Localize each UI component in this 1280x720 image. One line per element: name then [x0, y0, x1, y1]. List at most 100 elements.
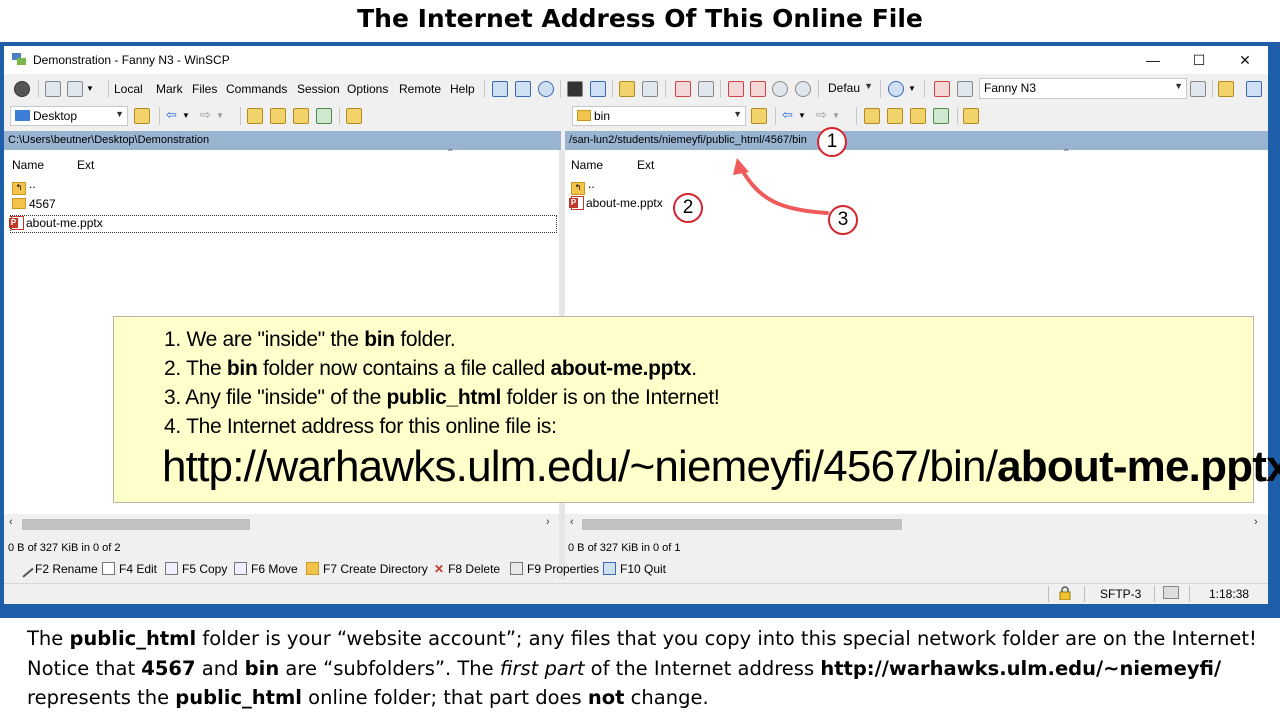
list-item[interactable]: about-me.pptx	[569, 196, 663, 214]
unselect-files-icon[interactable]	[698, 81, 714, 97]
compare-icon[interactable]	[515, 81, 531, 97]
status-divider	[1048, 586, 1049, 602]
text-run: .	[691, 357, 697, 380]
maximize-button[interactable]: ☐	[1176, 46, 1222, 74]
remote-refresh-icon[interactable]	[933, 108, 949, 124]
menu-session[interactable]: Session	[297, 82, 340, 96]
remote-status: 0 B of 327 KiB in 0 of 1	[568, 542, 681, 554]
remote-back-arrow-icon[interactable]: ⇦	[782, 107, 793, 123]
find-files-icon[interactable]	[642, 81, 658, 97]
reload-icon[interactable]	[795, 81, 811, 97]
local-forward-chevron-icon[interactable]: ▼	[216, 111, 224, 120]
callout-item-2: 2. The bin folder now contains a file ca…	[164, 354, 719, 383]
create-directory-button[interactable]: F7 Create Directory	[306, 562, 428, 576]
remote-forward-arrow-icon[interactable]: ⇨	[816, 107, 827, 123]
menu-remote[interactable]: Remote	[399, 82, 441, 96]
toolbar-separator	[775, 107, 776, 125]
new-session-icon[interactable]	[934, 81, 950, 97]
list-item-focused[interactable]: about-me.pptx	[9, 215, 557, 233]
remote-path-bar[interactable]: /san-lun2/students/niemeyfi/public_html/…	[565, 131, 1268, 150]
remote-location-select[interactable]: bin ▼	[572, 106, 746, 126]
delete-button[interactable]: ✕ F8 Delete	[434, 562, 500, 576]
filter-icon[interactable]	[728, 81, 744, 97]
text-run: 4. The Internet address for this online …	[164, 415, 557, 438]
list-item[interactable]: 4567	[12, 197, 56, 215]
site-dropdown-chevron-icon[interactable]: ▼	[908, 84, 916, 93]
copy-dropdown-chevron-icon[interactable]: ▼	[86, 84, 94, 93]
local-parent-dir-icon[interactable]	[247, 108, 263, 124]
scroll-right-icon[interactable]: ›	[546, 516, 550, 528]
local-tree-icon[interactable]	[346, 108, 362, 124]
scroll-left-icon[interactable]: ‹	[9, 516, 13, 528]
local-refresh-icon[interactable]	[316, 108, 332, 124]
preferences-gear-icon[interactable]	[14, 81, 30, 97]
text-run: represents the	[27, 686, 176, 709]
rename-pencil-icon	[15, 559, 34, 578]
close-button[interactable]: ✕	[1222, 46, 1268, 74]
rename-button[interactable]: F2 Rename	[15, 559, 98, 578]
session-tabs-icon[interactable]	[1218, 81, 1234, 97]
disconnect-icon[interactable]	[1190, 81, 1206, 97]
edit-button[interactable]: F4 Edit	[102, 562, 157, 576]
menu-options[interactable]: Options	[347, 82, 388, 96]
remote-column-name[interactable]: Name	[571, 158, 603, 172]
local-back-chevron-icon[interactable]: ▼	[182, 111, 190, 120]
scroll-thumb[interactable]	[22, 519, 250, 530]
remote-tree-icon[interactable]	[963, 108, 979, 124]
menu-help[interactable]: Help	[450, 82, 475, 96]
remote-root-dir-icon[interactable]	[887, 108, 903, 124]
session-select[interactable]: Fanny N3 ▼	[979, 78, 1187, 99]
cancel-icon[interactable]	[772, 81, 788, 97]
open-directory-icon[interactable]	[619, 81, 635, 97]
remote-open-folder-icon[interactable]	[751, 108, 767, 124]
local-forward-arrow-icon[interactable]: ⇨	[200, 107, 211, 123]
text-run: online folder; that part does	[301, 686, 588, 709]
folder-icon	[12, 198, 26, 209]
remote-column-ext[interactable]: Ext	[637, 158, 654, 172]
minimize-button[interactable]: —	[1130, 46, 1176, 74]
list-item[interactable]: ↰..	[12, 177, 36, 195]
sort-icon[interactable]	[750, 81, 766, 97]
move-button[interactable]: F6 Move	[234, 562, 298, 576]
scroll-right-icon[interactable]: ›	[1254, 516, 1258, 528]
toolbar-separator	[880, 80, 881, 98]
remote-parent-dir-icon[interactable]	[864, 108, 880, 124]
select-files-icon[interactable]	[675, 81, 691, 97]
scroll-left-icon[interactable]: ‹	[570, 516, 574, 528]
local-back-arrow-icon[interactable]: ⇦	[166, 107, 177, 123]
menu-files[interactable]: Files	[192, 82, 217, 96]
local-column-ext[interactable]: Ext	[77, 158, 94, 172]
properties-button[interactable]: F9 Properties	[510, 562, 599, 576]
scroll-thumb[interactable]	[582, 519, 902, 530]
local-column-name[interactable]: Name	[12, 158, 44, 172]
session-select-value: Fanny N3	[984, 81, 1037, 95]
menu-local[interactable]: Local	[114, 82, 143, 96]
save-workspace-icon[interactable]	[1246, 81, 1262, 97]
winscp-app-icon	[12, 53, 26, 65]
transfer-settings-value: Defau	[828, 81, 861, 95]
copy-files-icon[interactable]	[67, 81, 83, 97]
remote-horizontal-scrollbar[interactable]: ‹ ›	[565, 516, 1268, 532]
queue-icon[interactable]	[45, 81, 61, 97]
console-icon[interactable]	[567, 81, 583, 97]
local-path-bar[interactable]: C:\Users\beutner\Desktop\Demonstration	[4, 131, 561, 150]
site-manager-icon[interactable]	[888, 81, 904, 97]
refresh-icon[interactable]	[538, 81, 554, 97]
menu-mark[interactable]: Mark	[156, 82, 183, 96]
remote-forward-chevron-icon[interactable]: ▼	[832, 111, 840, 120]
list-item[interactable]: ↰..	[571, 177, 595, 195]
quit-button[interactable]: F10 Quit	[603, 562, 666, 576]
sync-icon[interactable]	[492, 81, 508, 97]
save-session-icon[interactable]	[957, 81, 973, 97]
menu-commands[interactable]: Commands	[226, 82, 287, 96]
local-root-dir-icon[interactable]	[270, 108, 286, 124]
local-location-select[interactable]: Desktop ▼	[10, 106, 128, 126]
transfer-settings-select[interactable]: Defau ▼	[824, 79, 876, 99]
remote-back-chevron-icon[interactable]: ▼	[798, 111, 806, 120]
local-home-icon[interactable]	[293, 108, 309, 124]
putty-icon[interactable]	[590, 81, 606, 97]
copy-button[interactable]: F5 Copy	[165, 562, 227, 576]
local-horizontal-scrollbar[interactable]: ‹ ›	[4, 516, 559, 532]
local-open-folder-icon[interactable]	[134, 108, 150, 124]
remote-home-icon[interactable]	[910, 108, 926, 124]
